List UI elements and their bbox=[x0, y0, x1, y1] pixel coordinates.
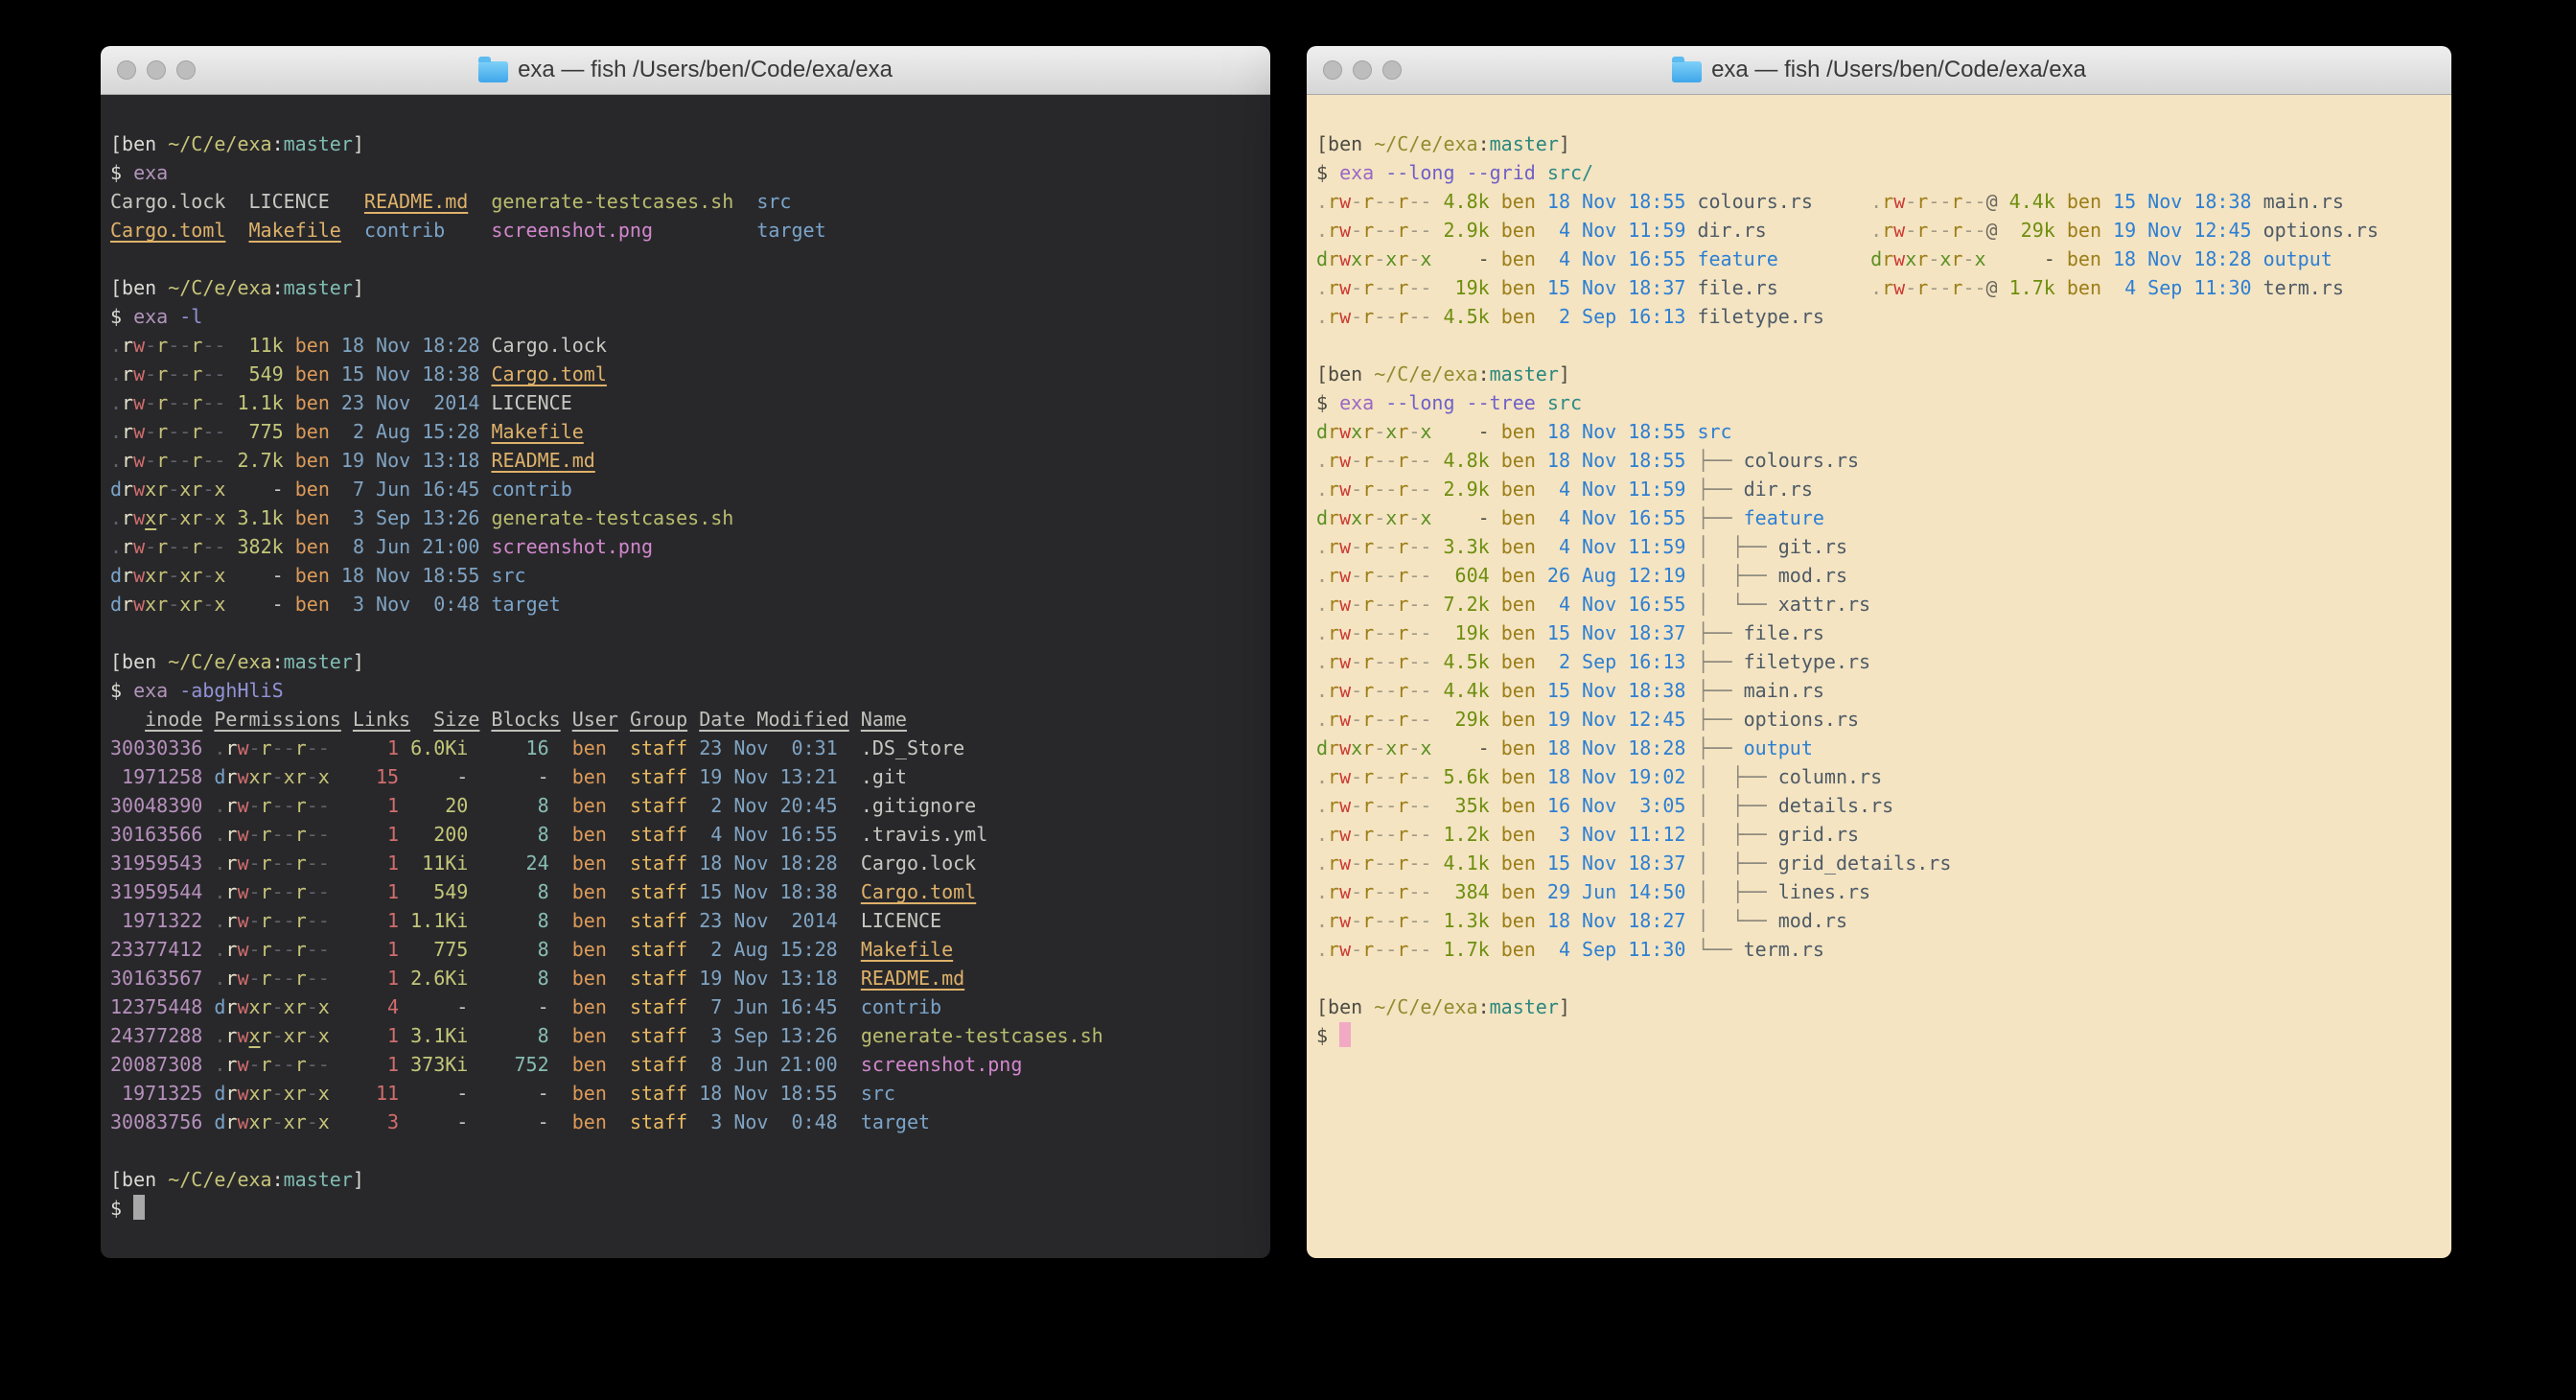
terminal-line bbox=[110, 1136, 1259, 1165]
terminal-line bbox=[1316, 331, 2440, 360]
terminal-line: .rw-r--r-- 19k ben 15 Nov 18:37 file.rs … bbox=[1316, 273, 2440, 302]
terminal-line: $ bbox=[110, 1194, 1259, 1223]
text-cursor bbox=[133, 1195, 145, 1220]
terminal-line: 30163566 .rw-r--r-- 1 200 8 ben staff 4 … bbox=[110, 820, 1259, 849]
folder-icon bbox=[1672, 61, 1702, 82]
terminal-line: .rw-r--r-- 382k ben 8 Jun 21:00 screensh… bbox=[110, 532, 1259, 561]
terminal-line: [ben ~/C/e/exa:master] bbox=[110, 273, 1259, 302]
terminal-line: Cargo.lock LICENCE README.md generate-te… bbox=[110, 187, 1259, 216]
terminal-line: .rw-r--r-- 1.3k ben 18 Nov 18:27 │ └── m… bbox=[1316, 906, 2440, 935]
terminal-line: 23377412 .rw-r--r-- 1 775 8 ben staff 2 … bbox=[110, 935, 1259, 964]
terminal-line: .rw-r--r-- 2.9k ben 4 Nov 11:59 ├── dir.… bbox=[1316, 475, 2440, 503]
terminal-line: drwxr-xr-x - ben 4 Nov 16:55 ├── feature bbox=[1316, 503, 2440, 532]
terminal-line: Cargo.toml Makefile contrib screenshot.p… bbox=[110, 216, 1259, 245]
terminal-line bbox=[110, 245, 1259, 273]
titlebar[interactable]: exa — fish /Users/ben/Code/exa/exa bbox=[101, 46, 1270, 95]
terminal-line: .rw-r--r-- 19k ben 15 Nov 18:37 ├── file… bbox=[1316, 618, 2440, 647]
terminal-line: .rw-r--r-- 29k ben 19 Nov 12:45 ├── opti… bbox=[1316, 705, 2440, 734]
terminal-line: .rw-r--r-- 1.2k ben 3 Nov 11:12 │ ├── gr… bbox=[1316, 820, 2440, 849]
terminal-line: .rw-r--r-- 2.9k ben 4 Nov 11:59 dir.rs .… bbox=[1316, 216, 2440, 245]
terminal-line: .rw-r--r-- 4.5k ben 2 Sep 16:13 filetype… bbox=[1316, 302, 2440, 331]
terminal-window-light: exa — fish /Users/ben/Code/exa/exa [ben … bbox=[1307, 46, 2451, 1258]
terminal-line: .rw-r--r-- 3.3k ben 4 Nov 11:59 │ ├── gi… bbox=[1316, 532, 2440, 561]
terminal-line: $ exa --long --tree src bbox=[1316, 388, 2440, 417]
folder-icon bbox=[478, 61, 508, 82]
terminal-line: .rw-r--r-- 35k ben 16 Nov 3:05 │ ├── det… bbox=[1316, 791, 2440, 820]
terminal-line: 1971322 .rw-r--r-- 1 1.1Ki 8 ben staff 2… bbox=[110, 906, 1259, 935]
terminal-line: drwxr-xr-x - ben 7 Jun 16:45 contrib bbox=[110, 475, 1259, 503]
terminal-line: .rw-r--r-- 384 ben 29 Jun 14:50 │ ├── li… bbox=[1316, 877, 2440, 906]
minimize-button[interactable] bbox=[147, 60, 166, 80]
terminal-line: [ben ~/C/e/exa:master] bbox=[1316, 992, 2440, 1021]
terminal-line bbox=[110, 618, 1259, 647]
terminal-line: .rwxr-xr-x 3.1k ben 3 Sep 13:26 generate… bbox=[110, 503, 1259, 532]
terminal-line: 30163567 .rw-r--r-- 1 2.6Ki 8 ben staff … bbox=[110, 964, 1259, 992]
terminal-line: 31959543 .rw-r--r-- 1 11Ki 24 ben staff … bbox=[110, 849, 1259, 877]
terminal-line: 30048390 .rw-r--r-- 1 20 8 ben staff 2 N… bbox=[110, 791, 1259, 820]
terminal-line: .rw-r--r-- 4.5k ben 2 Sep 16:13 ├── file… bbox=[1316, 647, 2440, 676]
close-button[interactable] bbox=[117, 60, 136, 80]
terminal-line: drwxr-xr-x - ben 18 Nov 18:28 ├── output bbox=[1316, 734, 2440, 762]
terminal-line: inode Permissions Links Size Blocks User… bbox=[110, 705, 1259, 734]
traffic-lights bbox=[117, 46, 196, 94]
terminal-line: 12375448 drwxr-xr-x 4 - - ben staff 7 Ju… bbox=[110, 992, 1259, 1021]
terminal-line: 1971325 drwxr-xr-x 11 - - ben staff 18 N… bbox=[110, 1079, 1259, 1108]
terminal-line: .rw-r--r-- 11k ben 18 Nov 18:28 Cargo.lo… bbox=[110, 331, 1259, 360]
terminal-line: .rw-r--r-- 4.8k ben 18 Nov 18:55 colours… bbox=[1316, 187, 2440, 216]
terminal-line: .rw-r--r-- 7.2k ben 4 Nov 16:55 │ └── xa… bbox=[1316, 590, 2440, 618]
terminal-line: [ben ~/C/e/exa:master] bbox=[1316, 129, 2440, 158]
window-title: exa — fish /Users/ben/Code/exa/exa bbox=[1672, 57, 2086, 83]
terminal-line: $ bbox=[1316, 1021, 2440, 1050]
terminal-line: .rw-r--r-- 604 ben 26 Aug 12:19 │ ├── mo… bbox=[1316, 561, 2440, 590]
terminal-line: 30030336 .rw-r--r-- 1 6.0Ki 16 ben staff… bbox=[110, 734, 1259, 762]
terminal-line: 31959544 .rw-r--r-- 1 549 8 ben staff 15… bbox=[110, 877, 1259, 906]
window-title: exa — fish /Users/ben/Code/exa/exa bbox=[478, 57, 893, 83]
terminal-line bbox=[1316, 964, 2440, 992]
terminal-line: .rw-r--r-- 2.7k ben 19 Nov 13:18 README.… bbox=[110, 446, 1259, 475]
close-button[interactable] bbox=[1323, 60, 1342, 80]
terminal-output-light[interactable]: [ben ~/C/e/exa:master]$ exa --long --gri… bbox=[1307, 95, 2451, 1258]
terminal-line: $ exa --long --grid src/ bbox=[1316, 158, 2440, 187]
terminal-line: 1971258 drwxr-xr-x 15 - - ben staff 19 N… bbox=[110, 762, 1259, 791]
terminal-line: .rw-r--r-- 1.7k ben 4 Sep 11:30 └── term… bbox=[1316, 935, 2440, 964]
terminal-line: drwxr-xr-x - ben 18 Nov 18:55 src bbox=[110, 561, 1259, 590]
terminal-line: [ben ~/C/e/exa:master] bbox=[1316, 360, 2440, 388]
window-title-text: exa — fish /Users/ben/Code/exa/exa bbox=[518, 57, 893, 83]
traffic-lights bbox=[1323, 46, 1402, 94]
terminal-line: drwxr-xr-x - ben 18 Nov 18:55 src bbox=[1316, 417, 2440, 446]
desktop: { "chrome": { "title": "exa — fish /User… bbox=[0, 0, 2576, 1400]
titlebar[interactable]: exa — fish /Users/ben/Code/exa/exa bbox=[1307, 46, 2451, 95]
terminal-line: 20087308 .rw-r--r-- 1 373Ki 752 ben staf… bbox=[110, 1050, 1259, 1079]
terminal-line: .rw-r--r-- 4.1k ben 15 Nov 18:37 │ ├── g… bbox=[1316, 849, 2440, 877]
terminal-line: $ exa bbox=[110, 158, 1259, 187]
terminal-line: $ exa -l bbox=[110, 302, 1259, 331]
terminal-line: .rw-r--r-- 4.8k ben 18 Nov 18:55 ├── col… bbox=[1316, 446, 2440, 475]
terminal-line: .rw-r--r-- 5.6k ben 18 Nov 19:02 │ ├── c… bbox=[1316, 762, 2440, 791]
zoom-button[interactable] bbox=[1382, 60, 1402, 80]
terminal-line: [ben ~/C/e/exa:master] bbox=[110, 1165, 1259, 1194]
terminal-line: .rw-r--r-- 1.1k ben 23 Nov 2014 LICENCE bbox=[110, 388, 1259, 417]
terminal-line: drwxr-xr-x - ben 3 Nov 0:48 target bbox=[110, 590, 1259, 618]
terminal-line: .rw-r--r-- 4.4k ben 15 Nov 18:38 ├── mai… bbox=[1316, 676, 2440, 705]
terminal-line: [ben ~/C/e/exa:master] bbox=[110, 129, 1259, 158]
terminal-line: [ben ~/C/e/exa:master] bbox=[110, 647, 1259, 676]
text-cursor bbox=[1339, 1022, 1351, 1047]
terminal-line: .rw-r--r-- 775 ben 2 Aug 15:28 Makefile bbox=[110, 417, 1259, 446]
terminal-line: .rw-r--r-- 549 ben 15 Nov 18:38 Cargo.to… bbox=[110, 360, 1259, 388]
terminal-window-dark: exa — fish /Users/ben/Code/exa/exa [ben … bbox=[101, 46, 1270, 1258]
terminal-line: drwxr-xr-x - ben 4 Nov 16:55 feature drw… bbox=[1316, 245, 2440, 273]
terminal-output-dark[interactable]: [ben ~/C/e/exa:master]$ exaCargo.lock LI… bbox=[101, 95, 1270, 1258]
terminal-line: $ exa -abghHliS bbox=[110, 676, 1259, 705]
terminal-line: 30083756 drwxr-xr-x 3 - - ben staff 3 No… bbox=[110, 1108, 1259, 1136]
zoom-button[interactable] bbox=[176, 60, 196, 80]
terminal-line: 24377288 .rwxr-xr-x 1 3.1Ki 8 ben staff … bbox=[110, 1021, 1259, 1050]
minimize-button[interactable] bbox=[1353, 60, 1372, 80]
window-title-text: exa — fish /Users/ben/Code/exa/exa bbox=[1711, 57, 2086, 83]
